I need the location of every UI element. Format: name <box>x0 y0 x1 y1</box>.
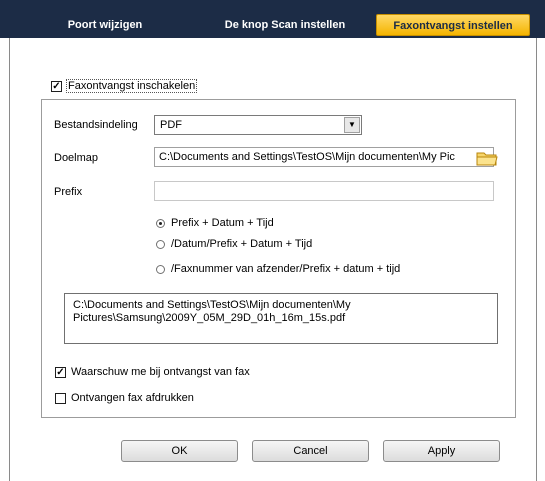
dest-folder-field[interactable]: C:\Documents and Settings\TestOS\Mijn do… <box>154 147 494 167</box>
enable-checkbox[interactable]: ✓ <box>51 80 62 92</box>
enable-fax-receive[interactable]: ✓ Faxontvangst inschakelen <box>49 78 200 94</box>
warn-checkbox[interactable]: ✓ <box>55 367 66 378</box>
prefix-field[interactable] <box>154 181 494 201</box>
tab-poort-wijzigen[interactable]: Poort wijzigen <box>25 14 185 36</box>
path-preview-line1: C:\Documents and Settings\TestOS\Mijn do… <box>73 299 351 311</box>
cancel-button[interactable]: Cancel <box>252 440 369 462</box>
format-label: Bestandsindeling <box>54 119 138 131</box>
tab-scan-knop-instellen[interactable]: De knop Scan instellen <box>205 14 365 36</box>
chevron-down-icon[interactable]: ▼ <box>344 117 360 133</box>
print-checkbox[interactable] <box>55 393 66 404</box>
radio-datum-prefix[interactable] <box>156 240 165 249</box>
dest-folder-label: Doelmap <box>54 152 99 164</box>
print-label: Ontvangen fax afdrukken <box>71 392 194 404</box>
format-select[interactable]: PDF ▼ <box>154 115 362 135</box>
apply-button[interactable]: Apply <box>383 440 500 462</box>
path-preview: C:\Documents and Settings\TestOS\Mijn do… <box>64 293 498 344</box>
path-preview-line2: Pictures\Samsung\2009Y_05M_29D_01h_16m_1… <box>73 312 346 324</box>
format-value: PDF <box>160 119 182 131</box>
prefix-label: Prefix <box>54 186 83 198</box>
radio-faxnummer-prefix-label: /Faxnummer van afzender/Prefix + datum +… <box>171 263 401 275</box>
enable-label: Faxontvangst inschakelen <box>66 79 198 93</box>
radio-prefix-datum-tijd-label: Prefix + Datum + Tijd <box>171 217 274 229</box>
ok-button[interactable]: OK <box>121 440 238 462</box>
tab-faxontvangst-instellen[interactable]: Faxontvangst instellen <box>376 14 530 36</box>
radio-faxnummer-prefix[interactable] <box>156 265 165 274</box>
folder-icon[interactable] <box>476 150 498 166</box>
warn-label: Waarschuw me bij ontvangst van fax <box>71 366 250 378</box>
radio-datum-prefix-label: /Datum/Prefix + Datum + Tijd <box>171 238 313 250</box>
tab-bar: Poort wijzigen De knop Scan instellen Fa… <box>0 0 545 38</box>
radio-prefix-datum-tijd[interactable] <box>156 219 165 228</box>
